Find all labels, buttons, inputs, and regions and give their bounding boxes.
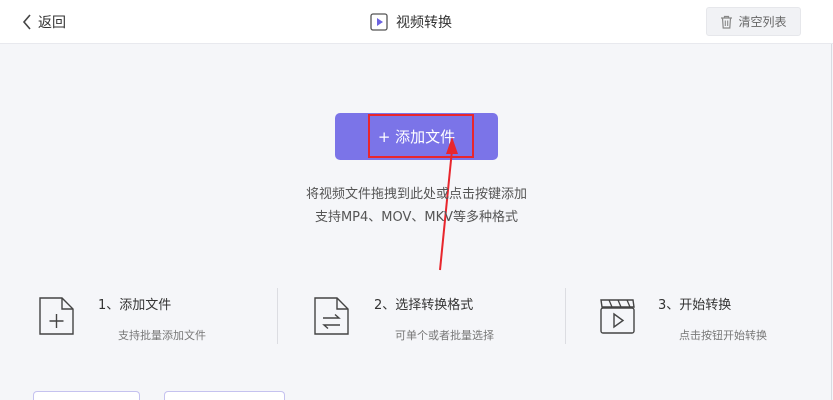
add-file-label: + 添加文件: [377, 128, 456, 146]
divider: [565, 288, 566, 344]
title-text: 视频转换: [396, 15, 452, 31]
title-bar: 返回 视频转换 清空列表: [0, 0, 833, 44]
page-title: 视频转换: [370, 12, 452, 32]
add-file-button[interactable]: + 添加文件: [335, 113, 498, 160]
step-start-convert: 3、开始转换 点击按钮开始转换: [599, 282, 799, 354]
back-button[interactable]: 返回: [22, 12, 66, 32]
drop-hint-line2: 支持MP4、MOV、MKV等多种格式: [314, 210, 519, 225]
clear-list-button[interactable]: 清空列表: [706, 7, 801, 36]
step-desc: 点击按钮开始转换: [679, 329, 767, 342]
divider: [277, 288, 278, 344]
drop-hint-line1: 将视频文件拖拽到此处或点击按键添加: [305, 187, 527, 202]
step-select-format: 2、选择转换格式 可单个或者批量选择: [313, 282, 513, 354]
file-convert-icon: [314, 297, 349, 335]
clear-list-label: 清空列表: [738, 15, 787, 29]
trash-icon: [721, 15, 733, 29]
step-title: 2、选择转换格式: [374, 298, 474, 313]
chevron-left-icon: [22, 14, 31, 30]
step-desc: 可单个或者批量选择: [395, 329, 494, 342]
step-desc: 支持批量添加文件: [118, 329, 206, 342]
video-play-icon: [600, 299, 635, 334]
step-add-file: 1、添加文件 支持批量添加文件: [38, 282, 238, 354]
bottom-button-right[interactable]: [164, 391, 285, 400]
step-title: 3、开始转换: [658, 298, 732, 313]
bottom-button-left[interactable]: [33, 391, 140, 400]
step-title: 1、添加文件: [98, 298, 172, 313]
video-icon: [370, 13, 388, 31]
back-label: 返回: [38, 15, 66, 31]
file-add-icon: [39, 297, 74, 335]
steps-panel: 1、添加文件 支持批量添加文件 2、选择转换格式 可单个或者批量选择 3、开始转…: [0, 282, 833, 354]
